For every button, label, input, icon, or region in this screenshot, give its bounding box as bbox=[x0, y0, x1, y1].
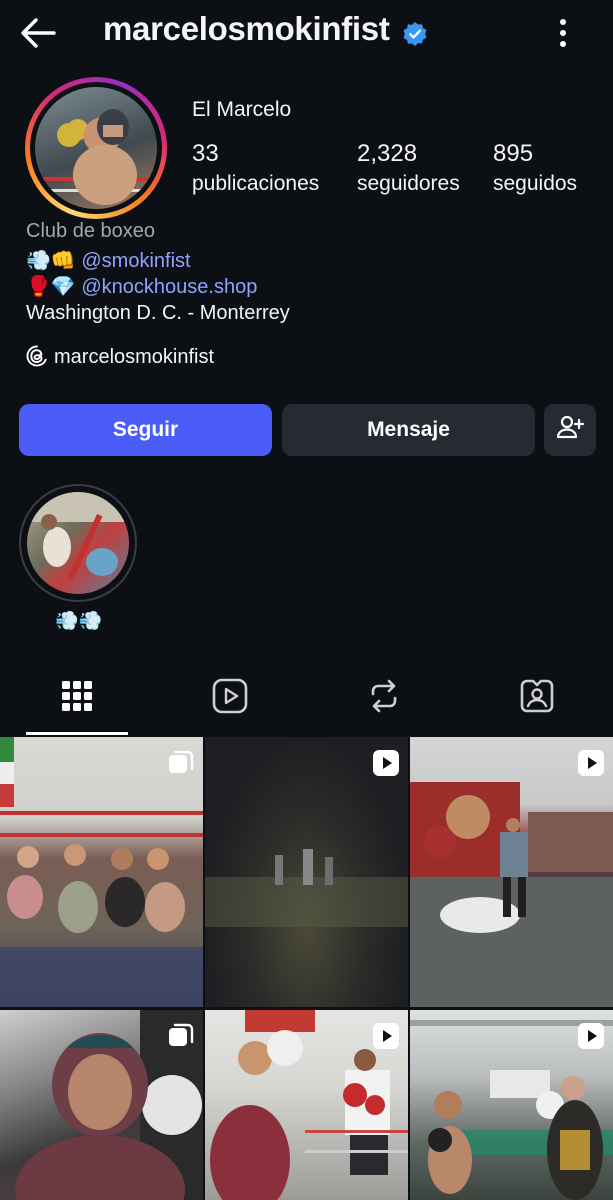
tagged-icon bbox=[519, 678, 555, 719]
stat-following-label: seguidos bbox=[493, 172, 578, 195]
top-bar: marcelosmokinfist bbox=[0, 0, 613, 66]
reel-icon bbox=[577, 1022, 605, 1050]
tab-grid[interactable] bbox=[0, 660, 153, 736]
stat-posts[interactable]: 33 publicaciones bbox=[192, 140, 319, 200]
stat-followers-count: 2,328 bbox=[357, 140, 418, 167]
profile-full-name: El Marcelo bbox=[192, 98, 292, 121]
stat-followers[interactable]: 2,328 seguidores bbox=[357, 140, 460, 200]
threads-link[interactable]: marcelosmokinfist bbox=[26, 345, 214, 373]
story-highlight[interactable] bbox=[19, 484, 137, 602]
message-button[interactable]: Mensaje bbox=[282, 404, 535, 456]
bio-line-2: 🥊💎 @knockhouse.shop bbox=[26, 274, 257, 300]
add-user-icon bbox=[556, 414, 585, 446]
back-arrow-icon[interactable] bbox=[18, 14, 58, 52]
stat-following[interactable]: 895 seguidos bbox=[493, 140, 577, 200]
stat-following-count: 895 bbox=[493, 140, 534, 167]
verified-badge-icon bbox=[402, 21, 428, 47]
bio-emoji: 🥊💎 bbox=[26, 276, 76, 298]
active-tab-indicator bbox=[26, 732, 128, 735]
suggested-users-button[interactable] bbox=[544, 404, 596, 456]
stat-followers-label: seguidores bbox=[357, 172, 460, 195]
carousel-icon bbox=[167, 749, 195, 777]
reel-icon bbox=[577, 749, 605, 777]
bio-emoji: 💨👊 bbox=[26, 250, 76, 272]
bio-line-1: 💨👊 @smokinfist bbox=[26, 248, 191, 274]
tab-reels[interactable] bbox=[153, 660, 306, 736]
threads-handle: marcelosmokinfist bbox=[54, 346, 215, 368]
bio-location: Washington D. C. - Monterrey bbox=[26, 302, 290, 324]
avatar bbox=[35, 87, 157, 209]
grid-post-5[interactable] bbox=[205, 1010, 408, 1200]
tab-reposts[interactable] bbox=[307, 660, 460, 736]
reels-icon bbox=[212, 678, 248, 719]
grid-post-6[interactable] bbox=[410, 1010, 613, 1200]
tab-tagged[interactable] bbox=[460, 660, 613, 736]
profile-category: Club de boxeo bbox=[26, 220, 155, 242]
grid-post-4[interactable] bbox=[0, 1010, 203, 1200]
reel-icon bbox=[372, 749, 400, 777]
grid-post-2[interactable] bbox=[205, 737, 408, 1007]
grid-post-3[interactable] bbox=[410, 737, 613, 1007]
grid-icon bbox=[61, 680, 93, 717]
profile-avatar-story-ring[interactable] bbox=[25, 77, 167, 219]
highlight-label: 💨💨 bbox=[55, 611, 103, 632]
follow-button[interactable]: Seguir bbox=[19, 404, 272, 456]
reposts-icon bbox=[367, 678, 401, 719]
profile-username: marcelosmokinfist bbox=[103, 10, 390, 47]
stat-posts-count: 33 bbox=[192, 140, 219, 167]
more-vertical-icon[interactable] bbox=[552, 14, 574, 52]
carousel-icon bbox=[167, 1022, 195, 1050]
stat-posts-label: publicaciones bbox=[192, 172, 320, 195]
reel-icon bbox=[372, 1022, 400, 1050]
grid-post-1[interactable] bbox=[0, 737, 203, 1007]
bio-link-smokinfist[interactable]: @smokinfist bbox=[81, 250, 190, 272]
bio-link-knockhouse[interactable]: @knockhouse.shop bbox=[81, 276, 257, 298]
highlight-cover bbox=[27, 492, 129, 594]
threads-icon bbox=[26, 345, 48, 373]
profile-tabs bbox=[0, 660, 613, 736]
